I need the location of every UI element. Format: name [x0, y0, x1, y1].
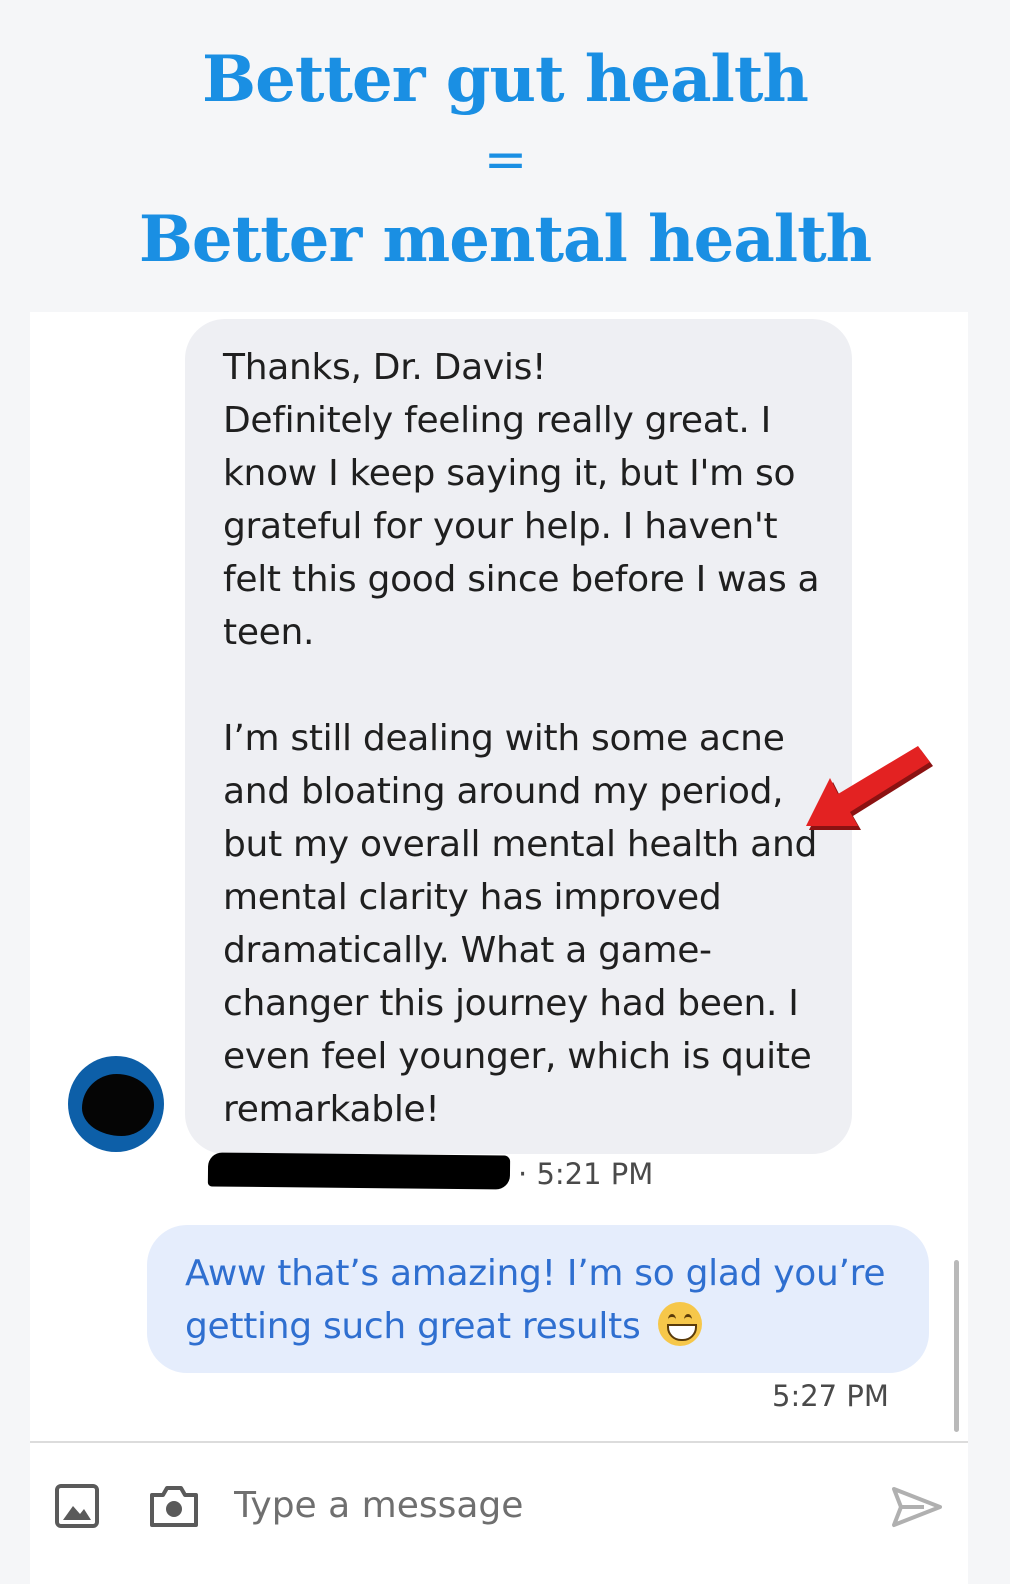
- red-arrow-icon: [800, 740, 935, 839]
- outgoing-message-time: 5:27 PM: [772, 1379, 889, 1413]
- incoming-message-bubble: Thanks, Dr. Davis! Definitely feeling re…: [185, 319, 852, 1154]
- sender-avatar[interactable]: [68, 1056, 164, 1152]
- chat-panel: Thanks, Dr. Davis! Definitely feeling re…: [30, 312, 968, 1584]
- emoji-mouth: [666, 1324, 697, 1341]
- message-composer: [30, 1443, 968, 1584]
- camera-icon[interactable]: [148, 1483, 200, 1533]
- send-icon[interactable]: [890, 1485, 944, 1533]
- headline-mental-health: Better mental health: [138, 202, 872, 277]
- grinning-face-emoji-icon: [657, 1302, 702, 1346]
- avatar-redaction: [82, 1074, 154, 1136]
- message-input[interactable]: [234, 1477, 834, 1533]
- outgoing-message-text: Aww that’s amazing! I’m so glad you’re g…: [185, 1247, 895, 1353]
- scrollbar[interactable]: [954, 1260, 959, 1432]
- incoming-message-text: Thanks, Dr. Davis! Definitely feeling re…: [223, 347, 820, 1130]
- outgoing-message-text-content: Aww that’s amazing! I’m so glad you’re g…: [185, 1253, 886, 1347]
- redacted-sender-name: [207, 1152, 511, 1190]
- image-icon[interactable]: [54, 1483, 100, 1533]
- incoming-message-time: 5:21 PM: [536, 1157, 654, 1191]
- meta-separator: ·: [518, 1157, 528, 1191]
- outgoing-message-bubble: Aww that’s amazing! I’m so glad you’re g…: [147, 1225, 929, 1373]
- headline-gut-health: Better gut health: [202, 42, 809, 117]
- incoming-message-meta: · 5:21 PM: [518, 1156, 653, 1192]
- headline-equals: =: [483, 130, 528, 190]
